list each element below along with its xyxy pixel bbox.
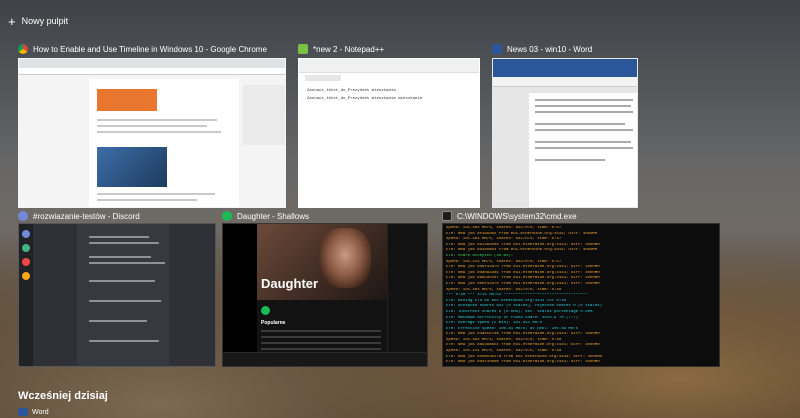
message-line [89,300,161,302]
window-title: How to Enable and Use Timeline in Window… [33,44,267,54]
notepad-icon [298,44,308,54]
popular-heading: Popularne [261,320,286,326]
window-word[interactable]: News 03 - win10 - Word [492,42,638,208]
page-image [97,89,157,111]
text-line [535,99,633,101]
server-icon [22,244,30,252]
editor-line: Zaznacz_tekst_do_Prezydent mieszkania [307,89,396,93]
window-thumbnail[interactable]: Zaznacz_tekst_do_Prezydent mieszkania Za… [298,58,480,208]
track-row[interactable] [261,348,381,350]
window-thumbnail[interactable]: Daughter Popularne [222,223,428,367]
window-thumbnail[interactable] [18,223,216,367]
text-line [97,125,207,127]
track-row[interactable] [261,330,381,332]
text-line [97,119,217,121]
notepad-tab [305,75,341,81]
timeline-item-label: Word [32,408,49,416]
playback-bar[interactable] [223,352,427,366]
window-thumbnail[interactable] [492,58,638,208]
window-title-bar: Daughter - Shallows [222,209,428,223]
spotify-icon [222,211,232,221]
message-line [89,280,155,282]
message-line [89,340,159,342]
window-chrome[interactable]: How to Enable and Use Timeline in Window… [18,42,286,208]
window-spotify[interactable]: Daughter - Shallows Daughter Popularne [222,209,428,367]
editor-line: Zaznacz_tekst_do_Prezydent mieszkania mi… [307,97,423,101]
window-title: *new 2 - Notepad++ [313,44,385,54]
channel-list [33,224,77,366]
play-button[interactable] [261,306,270,315]
text-line [535,123,625,125]
window-title: #rozwiazanie-testów - Discord [33,211,140,221]
text-line [97,193,215,195]
cmd-icon [442,211,452,221]
plus-icon: + [8,13,16,29]
word-toolbar [493,77,637,87]
text-line [535,129,633,131]
text-line [535,141,631,143]
timeline-item-word[interactable]: Word [18,408,49,416]
server-icon [22,258,30,266]
member-list [169,224,215,366]
window-title: News 03 - win10 - Word [507,44,593,54]
discord-icon [18,211,28,221]
window-title-bar: *new 2 - Notepad++ [298,42,480,56]
message-line [89,256,151,258]
window-title-bar: C:\WINDOWS\system32\cmd.exe [442,209,720,223]
friend-activity [387,224,427,366]
message-line [89,236,149,238]
window-title-bar: How to Enable and Use Timeline in Window… [18,42,286,56]
text-line [535,111,633,113]
text-line [535,147,633,149]
track-row[interactable] [261,342,381,344]
word-ribbon [493,59,637,77]
page-sidebar [243,85,285,145]
track-row[interactable] [261,336,381,338]
console-output[interactable]: speed: 101.464 MH/s, shares: 841/0/0, ti… [442,223,720,367]
window-title: Daughter - Shallows [237,211,310,221]
window-notepad[interactable]: *new 2 - Notepad++ Zaznacz_tekst_do_Prez… [298,42,480,208]
window-title-bar: News 03 - win10 - Word [492,42,638,56]
message-line [89,262,165,264]
word-icon [18,408,28,416]
artist-photo [319,228,371,288]
new-desktop-label: Nowy pulpit [21,16,69,26]
new-desktop-button[interactable]: + Nowy pulpit [8,12,68,30]
text-line [97,131,221,133]
chrome-icon [18,44,28,54]
window-thumbnail[interactable] [18,58,286,208]
text-line [535,105,631,107]
message-line [89,242,159,244]
text-line [535,159,605,161]
console-line: ETH: New job #2f38d7b9 from eu1.ethermin… [446,366,716,367]
window-title-bar: #rozwiazanie-testów - Discord [18,209,216,223]
artist-name: Daughter [261,276,319,291]
server-icon [22,230,30,238]
browser-tab-strip [19,59,285,68]
text-line [97,199,197,201]
browser-address-bar [19,68,285,75]
message-line [89,320,147,322]
window-cmd[interactable]: C:\WINDOWS\system32\cmd.exe speed: 101.4… [442,209,720,367]
notepad-toolbar [299,59,479,73]
page-image [97,147,167,187]
window-title: C:\WINDOWS\system32\cmd.exe [457,211,577,221]
window-discord[interactable]: #rozwiazanie-testów - Discord [18,209,216,367]
spotify-sidebar [223,224,257,366]
server-icon [22,272,30,280]
word-icon [492,44,502,54]
section-heading: Wcześniej dzisiaj [18,390,108,402]
